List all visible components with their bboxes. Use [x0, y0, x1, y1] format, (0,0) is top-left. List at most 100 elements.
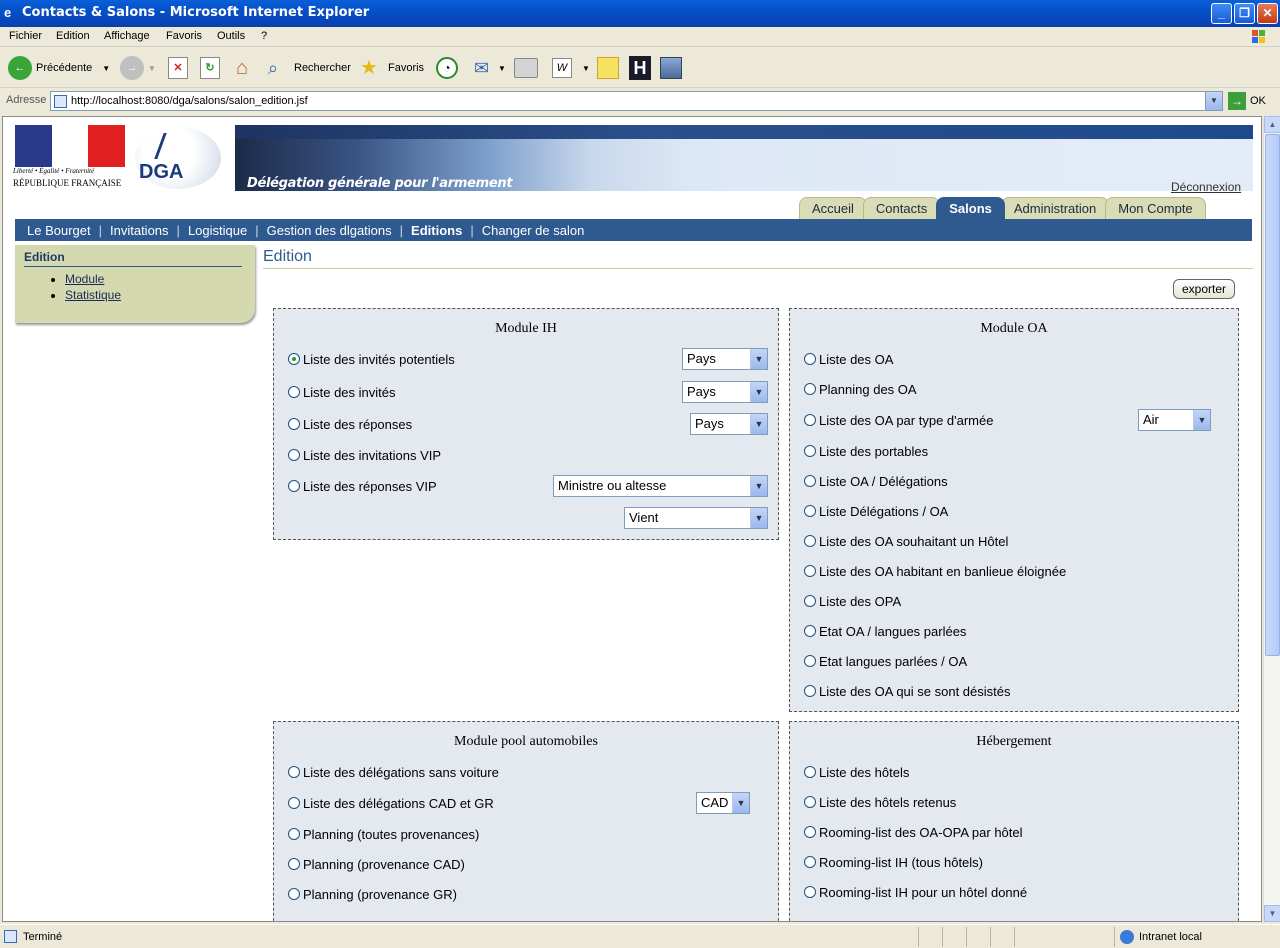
radio-row[interactable]: Liste des OA habitant en banlieue éloign…	[804, 561, 1066, 581]
forward-dropdown-icon[interactable]: ▼	[148, 64, 156, 73]
provenance-select[interactable]: CAD ▼	[696, 792, 750, 814]
radio-button[interactable]	[804, 826, 816, 838]
stop-button[interactable]: ✕	[168, 54, 188, 82]
radio-row[interactable]: Rooming-list des OA-OPA par hôtel	[804, 822, 1023, 842]
menu-outils[interactable]: Outils	[217, 30, 245, 42]
mail-button[interactable]: ✉ ▼	[474, 54, 506, 82]
radio-row[interactable]: Planning (toutes provenances)	[288, 824, 479, 844]
refresh-button[interactable]: ↻	[200, 54, 220, 82]
radio-row[interactable]: Liste des hôtels	[804, 762, 909, 782]
nav-changer-salon[interactable]: Changer de salon	[482, 223, 585, 238]
tab-salons[interactable]: Salons	[936, 197, 1005, 219]
radio-row[interactable]: Liste des réponses VIP	[288, 476, 437, 496]
radio-row[interactable]: Planning (provenance CAD)	[288, 854, 465, 874]
vip-type-select[interactable]: Ministre ou altesse ▼	[553, 475, 768, 497]
armee-type-select[interactable]: Air ▼	[1138, 409, 1211, 431]
radio-button[interactable]	[804, 886, 816, 898]
vertical-scrollbar[interactable]: ▲ ▼	[1263, 116, 1280, 922]
forward-button[interactable]: → ▼	[120, 54, 156, 82]
tab-mon-compte[interactable]: Mon Compte	[1105, 197, 1206, 219]
tab-administration[interactable]: Administration	[1000, 197, 1110, 219]
radio-button[interactable]	[804, 856, 816, 868]
pays-select[interactable]: Pays ▼	[690, 413, 768, 435]
radio-row[interactable]: Planning (provenance GR)	[288, 884, 457, 904]
minimize-button[interactable]: _	[1211, 3, 1232, 24]
radio-row[interactable]: Liste des invités potentiels	[288, 349, 455, 369]
radio-button[interactable]	[804, 565, 816, 577]
edit-button[interactable]: W ▼	[552, 54, 590, 82]
address-input[interactable]: http://localhost:8080/dga/salons/salon_e…	[50, 91, 1223, 111]
scroll-up-icon[interactable]: ▲	[1264, 116, 1280, 133]
radio-row[interactable]: Etat langues parlées / OA	[804, 651, 967, 671]
radio-button[interactable]	[288, 386, 300, 398]
print-button[interactable]	[514, 54, 538, 82]
tab-accueil[interactable]: Accueil	[799, 197, 867, 219]
nav-editions[interactable]: Editions	[411, 223, 462, 238]
radio-row[interactable]: Liste des délégations sans voiture	[288, 762, 499, 782]
radio-button[interactable]	[288, 353, 300, 365]
vient-select[interactable]: Vient ▼	[624, 507, 768, 529]
radio-row[interactable]: Liste des délégations CAD et GR	[288, 793, 494, 813]
radio-button[interactable]	[804, 383, 816, 395]
radio-button[interactable]	[804, 414, 816, 426]
radio-row[interactable]: Liste des hôtels retenus	[804, 792, 956, 812]
radio-button[interactable]	[288, 480, 300, 492]
radio-button[interactable]	[288, 858, 300, 870]
close-button[interactable]: ✕	[1257, 3, 1278, 24]
scroll-thumb[interactable]	[1265, 134, 1280, 656]
home-button[interactable]: ⌂	[230, 54, 254, 82]
radio-row[interactable]: Rooming-list IH (tous hôtels)	[804, 852, 983, 872]
nav-le-bourget[interactable]: Le Bourget	[27, 223, 91, 238]
radio-button[interactable]	[804, 353, 816, 365]
radio-button[interactable]	[804, 475, 816, 487]
radio-button[interactable]	[804, 505, 816, 517]
radio-row[interactable]: Liste des invités	[288, 382, 396, 402]
nav-gestion-delegations[interactable]: Gestion des dlgations	[267, 223, 392, 238]
radio-row[interactable]: Liste des OPA	[804, 591, 901, 611]
pays-select[interactable]: Pays ▼	[682, 348, 768, 370]
sidebar-item-statistique[interactable]: Statistique	[65, 288, 121, 302]
scroll-down-icon[interactable]: ▼	[1264, 905, 1280, 922]
search-button[interactable]: ⌕ Rechercher	[268, 54, 351, 82]
radio-row[interactable]: Liste OA / Délégations	[804, 471, 948, 491]
radio-button[interactable]	[288, 797, 300, 809]
radio-row[interactable]: Etat OA / langues parlées	[804, 621, 966, 641]
pays-select[interactable]: Pays ▼	[682, 381, 768, 403]
notes-button[interactable]	[597, 54, 619, 82]
radio-row[interactable]: Liste des OA	[804, 349, 893, 369]
radio-row[interactable]: Planning des OA	[804, 379, 917, 399]
radio-row[interactable]: Rooming-list IH pour un hôtel donné	[804, 882, 1027, 902]
go-button[interactable]: → OK	[1228, 92, 1266, 110]
back-dropdown-icon[interactable]: ▼	[102, 64, 110, 73]
back-button[interactable]: ← Précédente ▼	[8, 54, 110, 82]
radio-row[interactable]: Liste des invitations VIP	[288, 445, 441, 465]
menu-favoris[interactable]: Favoris	[166, 30, 202, 42]
radio-row[interactable]: Liste des OA souhaitant un Hôtel	[804, 531, 1008, 551]
history-button[interactable]: ◔	[436, 54, 458, 82]
radio-row[interactable]: Liste des réponses	[288, 414, 412, 434]
maximize-button[interactable]: ❐	[1234, 3, 1255, 24]
radio-button[interactable]	[288, 828, 300, 840]
h-button[interactable]: H	[629, 54, 651, 82]
radio-row[interactable]: Liste des portables	[804, 441, 928, 461]
radio-button[interactable]	[804, 766, 816, 778]
radio-row[interactable]: Liste des OA qui se sont désistés	[804, 681, 1011, 701]
radio-button[interactable]	[804, 655, 816, 667]
radio-button[interactable]	[804, 535, 816, 547]
sidebar-item-module[interactable]: Module	[65, 272, 104, 286]
radio-button[interactable]	[804, 625, 816, 637]
radio-button[interactable]	[804, 685, 816, 697]
radio-button[interactable]	[804, 595, 816, 607]
menu-fichier[interactable]: Fichier	[9, 30, 42, 42]
tab-contacts[interactable]: Contacts	[862, 197, 941, 219]
radio-button[interactable]	[288, 449, 300, 461]
radio-row[interactable]: Liste des OA par type d'armée	[804, 410, 993, 430]
menu-edition[interactable]: Edition	[56, 30, 90, 42]
nav-logistique[interactable]: Logistique	[188, 223, 247, 238]
address-dropdown-icon[interactable]: ▼	[1205, 92, 1222, 110]
radio-button[interactable]	[804, 445, 816, 457]
menu-affichage[interactable]: Affichage	[104, 30, 150, 42]
nav-invitations[interactable]: Invitations	[110, 223, 169, 238]
radio-row[interactable]: Liste Délégations / OA	[804, 501, 948, 521]
media-button[interactable]	[660, 54, 682, 82]
